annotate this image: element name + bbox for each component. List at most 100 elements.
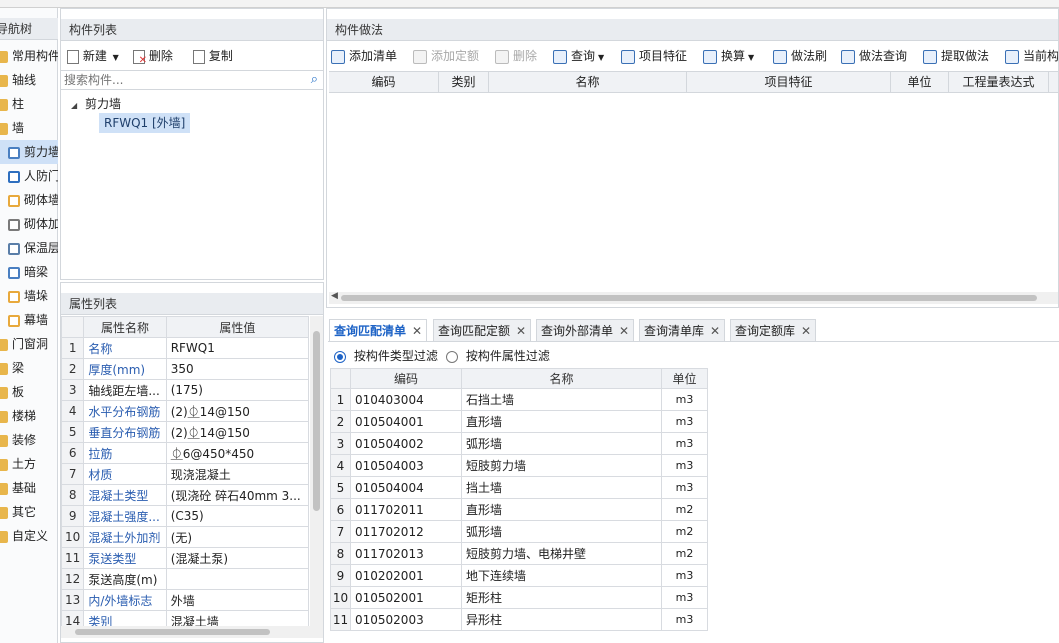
property-value[interactable]: (无) bbox=[165, 526, 310, 548]
method-toolbar-button[interactable]: 换算 ▼ bbox=[703, 46, 754, 66]
result-row[interactable]: 7 011702012 弧形墙 m2 bbox=[330, 520, 708, 543]
copy-button[interactable]: 复制 bbox=[193, 47, 233, 64]
property-row[interactable]: 7 材质 现浇混凝土 bbox=[61, 463, 310, 485]
method-column-header[interactable]: 编码 bbox=[329, 72, 439, 92]
method-toolbar-button[interactable]: 删除 bbox=[495, 46, 537, 66]
nav-item[interactable]: 暗梁 bbox=[0, 260, 58, 284]
nav-item[interactable]: 砌体墙 bbox=[0, 188, 58, 212]
property-value[interactable]: (混凝土泵) bbox=[165, 547, 310, 569]
property-value[interactable]: RFWQ1 bbox=[165, 337, 310, 359]
filter-by-attr-radio[interactable]: 按构件属性过滤 bbox=[446, 347, 550, 364]
property-value[interactable] bbox=[165, 568, 310, 590]
method-toolbar-button[interactable]: 提取做法 bbox=[923, 46, 989, 66]
property-row[interactable]: 8 混凝土类型 (现浇砼 碎石40mm 3... bbox=[61, 484, 310, 506]
close-icon[interactable]: ✕ bbox=[516, 324, 526, 338]
nav-item[interactable]: 保温层 bbox=[0, 236, 58, 260]
method-column-header[interactable]: 项目特征 bbox=[687, 72, 891, 92]
nav-item[interactable]: 幕墙 bbox=[0, 308, 58, 332]
nav-item[interactable]: 装修 bbox=[0, 428, 58, 452]
nav-item[interactable]: 轴线 bbox=[0, 68, 58, 92]
property-vscroll-thumb[interactable] bbox=[313, 331, 320, 511]
property-row[interactable]: 12 泵送高度(m) bbox=[61, 568, 310, 590]
property-row[interactable]: 9 混凝土强度... (C35) bbox=[61, 505, 310, 527]
query-tab[interactable]: 查询匹配清单 ✕ bbox=[329, 319, 428, 341]
search-icon[interactable]: ⌕ bbox=[311, 72, 318, 87]
nav-item[interactable]: 梁 bbox=[0, 356, 58, 380]
nav-item[interactable]: 墙垛 bbox=[0, 284, 58, 308]
property-row[interactable]: 10 混凝土外加剂 (无) bbox=[61, 526, 310, 548]
close-icon[interactable]: ✕ bbox=[801, 324, 811, 338]
method-toolbar-button[interactable]: 添加清单 bbox=[331, 46, 397, 66]
property-value[interactable]: 现浇混凝土 bbox=[165, 463, 310, 485]
property-value[interactable]: (C35) bbox=[165, 505, 310, 527]
search-input[interactable] bbox=[61, 71, 296, 89]
result-row[interactable]: 10 010502001 矩形柱 m3 bbox=[330, 586, 708, 609]
result-row[interactable]: 6 011702011 直形墙 m2 bbox=[330, 498, 708, 521]
property-row[interactable]: 5 垂直分布钢筋 (2)⏂14@150 bbox=[61, 421, 310, 443]
nav-item[interactable]: 墙 bbox=[0, 116, 58, 140]
property-value[interactable]: (现浇砼 碎石40mm 3... bbox=[165, 484, 310, 506]
nav-item[interactable]: 剪力墙 bbox=[0, 140, 58, 164]
result-row[interactable]: 9 010202001 地下连续墙 m3 bbox=[330, 564, 708, 587]
nav-item[interactable]: 砌体加筋 bbox=[0, 212, 58, 236]
property-value[interactable]: (2)⏂14@150 bbox=[165, 421, 310, 443]
property-value[interactable]: (175) bbox=[165, 379, 310, 401]
nav-item[interactable]: 土方 bbox=[0, 452, 58, 476]
collapse-icon[interactable]: ◢ bbox=[71, 101, 77, 110]
method-toolbar-button[interactable]: 做法查询 bbox=[841, 46, 907, 66]
method-column-header[interactable]: 单位 bbox=[891, 72, 949, 92]
close-icon[interactable]: ✕ bbox=[710, 324, 720, 338]
nav-item[interactable]: 其它 bbox=[0, 500, 58, 524]
property-value[interactable]: ⏂6@450*450 bbox=[165, 442, 310, 464]
result-row[interactable]: 4 010504003 短肢剪力墙 m3 bbox=[330, 454, 708, 477]
result-row[interactable]: 1 010403004 石挡土墙 m3 bbox=[330, 388, 708, 411]
nav-item[interactable]: 柱 bbox=[0, 92, 58, 116]
nav-item[interactable]: 门窗洞 bbox=[0, 332, 58, 356]
component-search-box[interactable]: ⌕ bbox=[61, 70, 323, 90]
property-row[interactable]: 6 拉筋 ⏂6@450*450 bbox=[61, 442, 310, 464]
method-column-header[interactable]: 类别 bbox=[439, 72, 489, 92]
property-row[interactable]: 13 内/外墙标志 外墙 bbox=[61, 589, 310, 611]
method-toolbar-button[interactable]: 查询 ▼ bbox=[553, 46, 604, 66]
query-tab[interactable]: 查询匹配定额 ✕ bbox=[433, 319, 532, 341]
tree-item-selected[interactable]: RFWQ1 [外墙] bbox=[99, 113, 191, 133]
property-value[interactable]: 350 bbox=[165, 358, 310, 380]
filter-by-type-radio[interactable]: 按构件类型过滤 bbox=[334, 347, 438, 364]
tree-group-shear-wall[interactable]: ◢ 剪力墙 bbox=[71, 95, 121, 112]
delete-icon bbox=[495, 49, 509, 64]
nav-item[interactable]: 板 bbox=[0, 380, 58, 404]
property-value[interactable]: (2)⏂14@150 bbox=[165, 400, 310, 422]
delete-button[interactable]: ✕ 删除 bbox=[133, 47, 173, 65]
method-toolbar-button[interactable]: 做法刷 bbox=[773, 46, 827, 66]
method-column-header[interactable]: 工程量表达式 bbox=[949, 72, 1049, 92]
method-toolbar-button[interactable]: 添加定额 bbox=[413, 46, 479, 66]
property-value[interactable]: 外墙 bbox=[165, 589, 310, 611]
result-row[interactable]: 2 010504001 直形墙 m3 bbox=[330, 410, 708, 433]
query-tab[interactable]: 查询定额库 ✕ bbox=[730, 319, 817, 341]
query-tab[interactable]: 查询清单库 ✕ bbox=[639, 319, 726, 341]
close-icon[interactable]: ✕ bbox=[412, 324, 422, 338]
nav-item[interactable]: 人防门 bbox=[0, 164, 58, 188]
query-tab[interactable]: 查询外部清单 ✕ bbox=[536, 319, 635, 341]
method-toolbar-button[interactable]: 当前构 bbox=[1005, 46, 1058, 66]
result-row[interactable]: 5 010504004 挡土墙 m3 bbox=[330, 476, 708, 499]
property-row[interactable]: 4 水平分布钢筋 (2)⏂14@150 bbox=[61, 400, 310, 422]
method-column-header[interactable]: 名称 bbox=[489, 72, 687, 92]
result-row[interactable]: 8 011702013 短肢剪力墙、电梯井壁 m2 bbox=[330, 542, 708, 565]
property-row[interactable]: 3 轴线距左墙... (175) bbox=[61, 379, 310, 401]
close-icon[interactable]: ✕ bbox=[619, 324, 629, 338]
scroll-left-icon[interactable]: ◀ bbox=[331, 291, 338, 301]
property-row[interactable]: 11 泵送类型 (混凝土泵) bbox=[61, 547, 310, 569]
nav-item[interactable]: 常用构件 bbox=[0, 44, 58, 68]
property-row[interactable]: 2 厚度(mm) 350 bbox=[61, 358, 310, 380]
nav-item[interactable]: 基础 bbox=[0, 476, 58, 500]
method-toolbar-button[interactable]: 项目特征 bbox=[621, 46, 687, 66]
nav-item[interactable]: 自定义 bbox=[0, 524, 58, 548]
method-hscroll-thumb[interactable] bbox=[341, 295, 1037, 301]
result-row[interactable]: 3 010504002 弧形墙 m3 bbox=[330, 432, 708, 455]
nav-item[interactable]: 楼梯 bbox=[0, 404, 58, 428]
result-row[interactable]: 11 010502003 异形柱 m3 bbox=[330, 608, 708, 631]
property-hscroll-thumb[interactable] bbox=[75, 629, 270, 635]
property-row[interactable]: 1 名称 RFWQ1 bbox=[61, 337, 310, 359]
new-button[interactable]: 新建 ▼ bbox=[67, 47, 119, 64]
